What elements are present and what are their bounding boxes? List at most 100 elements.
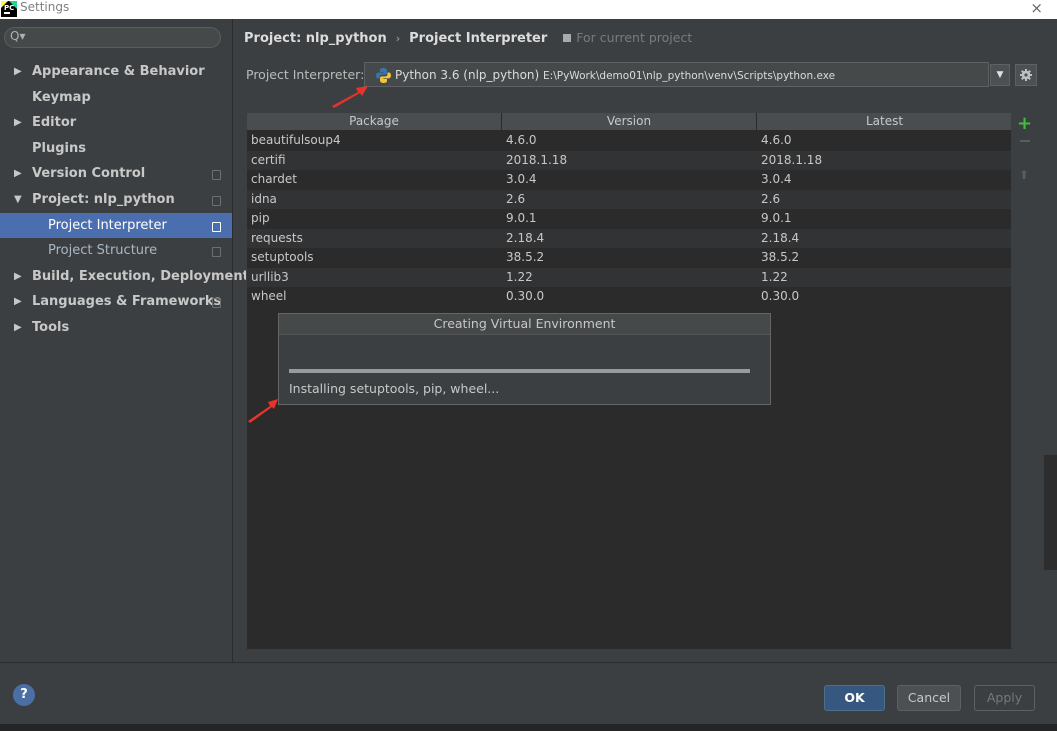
interpreter-path: E:\PyWork\demo01\nlp_python\venv\Scripts…	[543, 70, 836, 82]
dialog-title: Creating Virtual Environment	[279, 314, 770, 335]
sidebar-item[interactable]: Project Structure	[0, 238, 232, 264]
remove-package-icon[interactable]	[1020, 140, 1030, 142]
sidebar-item[interactable]: Project Interpreter	[0, 212, 232, 239]
cell-latest: 38.5.2	[761, 250, 800, 264]
title-bar: PC Settings ×	[0, 0, 1057, 19]
table-row[interactable]: beautifulsoup4 4.6.0 4.6.0	[247, 131, 1012, 151]
collapsed-arrow-icon[interactable]: ▶	[14, 59, 22, 85]
table-row[interactable]: wheel 0.30.0 0.30.0	[247, 287, 1012, 307]
cell-version: 2.18.4	[506, 230, 545, 245]
cell-package: requests	[251, 230, 303, 245]
table-row[interactable]: urllib3 1.22 1.22	[247, 267, 1012, 287]
column-header-version[interactable]: Version	[502, 113, 757, 130]
sidebar-item[interactable]: ▶ Tools	[0, 315, 232, 341]
interpreter-settings-button[interactable]	[1015, 64, 1037, 86]
cell-package: beautifulsoup4	[251, 133, 341, 147]
project-settings-icon	[212, 170, 221, 181]
sidebar-item-label: Project: nlp_python	[32, 191, 175, 207]
cell-latest: 9.0.1	[761, 211, 792, 225]
upgrade-package-icon[interactable]: ⬆	[1019, 168, 1029, 182]
project-settings-icon	[212, 247, 221, 258]
collapsed-arrow-icon[interactable]: ▶	[14, 264, 22, 290]
cell-version: 0.30.0	[506, 289, 545, 303]
cell-package: urllib3	[251, 269, 289, 284]
interpreter-name: Python 3.6 (nlp_python)	[395, 68, 540, 82]
breadcrumb-separator: ›	[395, 32, 401, 45]
cell-version: 3.0.4	[506, 172, 537, 186]
sidebar-item[interactable]: Keymap	[0, 85, 232, 111]
window-edge	[1044, 455, 1057, 570]
dialog-footer: ? OK Cancel Apply	[0, 662, 1057, 725]
sidebar-item-label: Keymap	[32, 89, 91, 105]
help-button[interactable]: ?	[13, 684, 35, 706]
progress-bar	[289, 369, 750, 373]
sidebar-item-label: Appearance & Behavior	[32, 64, 205, 79]
project-scope-icon	[563, 34, 572, 42]
expanded-arrow-icon[interactable]: ▼	[14, 187, 22, 213]
scope-hint: For current project	[563, 30, 692, 45]
table-row[interactable]: chardet 3.0.4 3.0.4	[247, 170, 1012, 190]
python-icon	[376, 68, 391, 83]
table-row[interactable]: idna 2.6 2.6	[247, 189, 1012, 209]
sidebar-item[interactable]: ▶ Appearance & Behavior	[0, 59, 232, 85]
sidebar-item-label: Languages & Frameworks	[32, 294, 222, 310]
breadcrumb-page: Project Interpreter	[409, 31, 548, 46]
table-row[interactable]: setuptools 38.5.2 38.5.2	[247, 248, 1012, 268]
cell-version: 2.6	[506, 191, 526, 206]
sidebar-item[interactable]: ▶ Version Control	[0, 161, 232, 187]
search-input[interactable]: Q▾	[4, 27, 221, 48]
table-row[interactable]: requests 2.18.4 2.18.4	[247, 228, 1012, 248]
cell-package: pip	[251, 211, 270, 225]
cell-latest: 2.18.4	[761, 230, 800, 245]
gear-icon	[1020, 69, 1032, 81]
window-title: Settings	[20, 0, 70, 14]
interpreter-value: Python 3.6 (nlp_python) E:\PyWork\demo01…	[395, 68, 835, 82]
collapsed-arrow-icon[interactable]: ▶	[14, 315, 22, 341]
cell-latest: 4.6.0	[761, 133, 792, 147]
cell-package: setuptools	[251, 250, 314, 264]
apply-button[interactable]: Apply	[974, 685, 1035, 711]
table-row[interactable]: pip 9.0.1 9.0.1	[247, 209, 1012, 229]
collapsed-arrow-icon[interactable]: ▶	[14, 110, 22, 136]
package-toolbar: + ⬆	[1011, 112, 1036, 648]
interpreter-combobox[interactable]: Python 3.6 (nlp_python) E:\PyWork\demo01…	[364, 62, 989, 87]
cell-version: 2018.1.18	[506, 152, 568, 167]
sidebar-item[interactable]: ▶ Build, Execution, Deployment	[0, 264, 249, 290]
close-icon[interactable]: ×	[1030, 0, 1043, 17]
cell-package: idna	[251, 191, 277, 206]
interpreter-label: Project Interpreter:	[246, 67, 365, 82]
cell-package: chardet	[251, 172, 297, 186]
sidebar-item-label: Editor	[32, 115, 77, 131]
bottom-edge	[0, 724, 1057, 731]
cell-version: 1.22	[506, 269, 533, 284]
sidebar-item[interactable]: ▶ Languages & Frameworks	[0, 289, 232, 315]
sidebar-item[interactable]: ▼ Project: nlp_python	[0, 187, 232, 213]
collapsed-arrow-icon[interactable]: ▶	[14, 161, 22, 187]
project-settings-icon	[212, 195, 221, 206]
ok-button[interactable]: OK	[824, 685, 885, 711]
table-row[interactable]: certifi 2018.1.18 2018.1.18	[247, 150, 1012, 170]
table-header: Package Version Latest	[247, 113, 1012, 130]
annotation-arrow-icon	[332, 86, 368, 108]
breadcrumb-project: Project: nlp_python	[244, 31, 387, 46]
column-header-latest[interactable]: Latest	[757, 113, 1012, 130]
add-package-icon[interactable]: +	[1017, 114, 1032, 134]
settings-tree: ▶ Appearance & Behavior Keymap ▶ Editor Plugi…	[0, 59, 249, 341]
sidebar-item[interactable]: ▶ Editor	[0, 110, 232, 136]
cell-latest: 2.6	[761, 191, 781, 206]
cancel-button[interactable]: Cancel	[897, 685, 961, 711]
collapsed-arrow-icon[interactable]: ▶	[14, 289, 22, 315]
cell-latest: 3.0.4	[761, 172, 792, 186]
cell-version: 38.5.2	[506, 250, 545, 264]
annotation-arrow-icon	[248, 399, 278, 423]
interpreter-dropdown-button[interactable]: ▼	[990, 64, 1010, 86]
cell-latest: 2018.1.18	[761, 152, 823, 167]
sidebar-item-label: Project Structure	[48, 243, 158, 259]
cell-latest: 0.30.0	[761, 289, 800, 303]
cell-version: 4.6.0	[506, 133, 537, 147]
sidebar-item-label: Plugins	[32, 140, 86, 156]
sidebar-item[interactable]: Plugins	[0, 136, 232, 162]
project-settings-icon	[212, 298, 221, 309]
column-header-package[interactable]: Package	[247, 113, 502, 130]
progress-bar-fill	[289, 369, 750, 373]
